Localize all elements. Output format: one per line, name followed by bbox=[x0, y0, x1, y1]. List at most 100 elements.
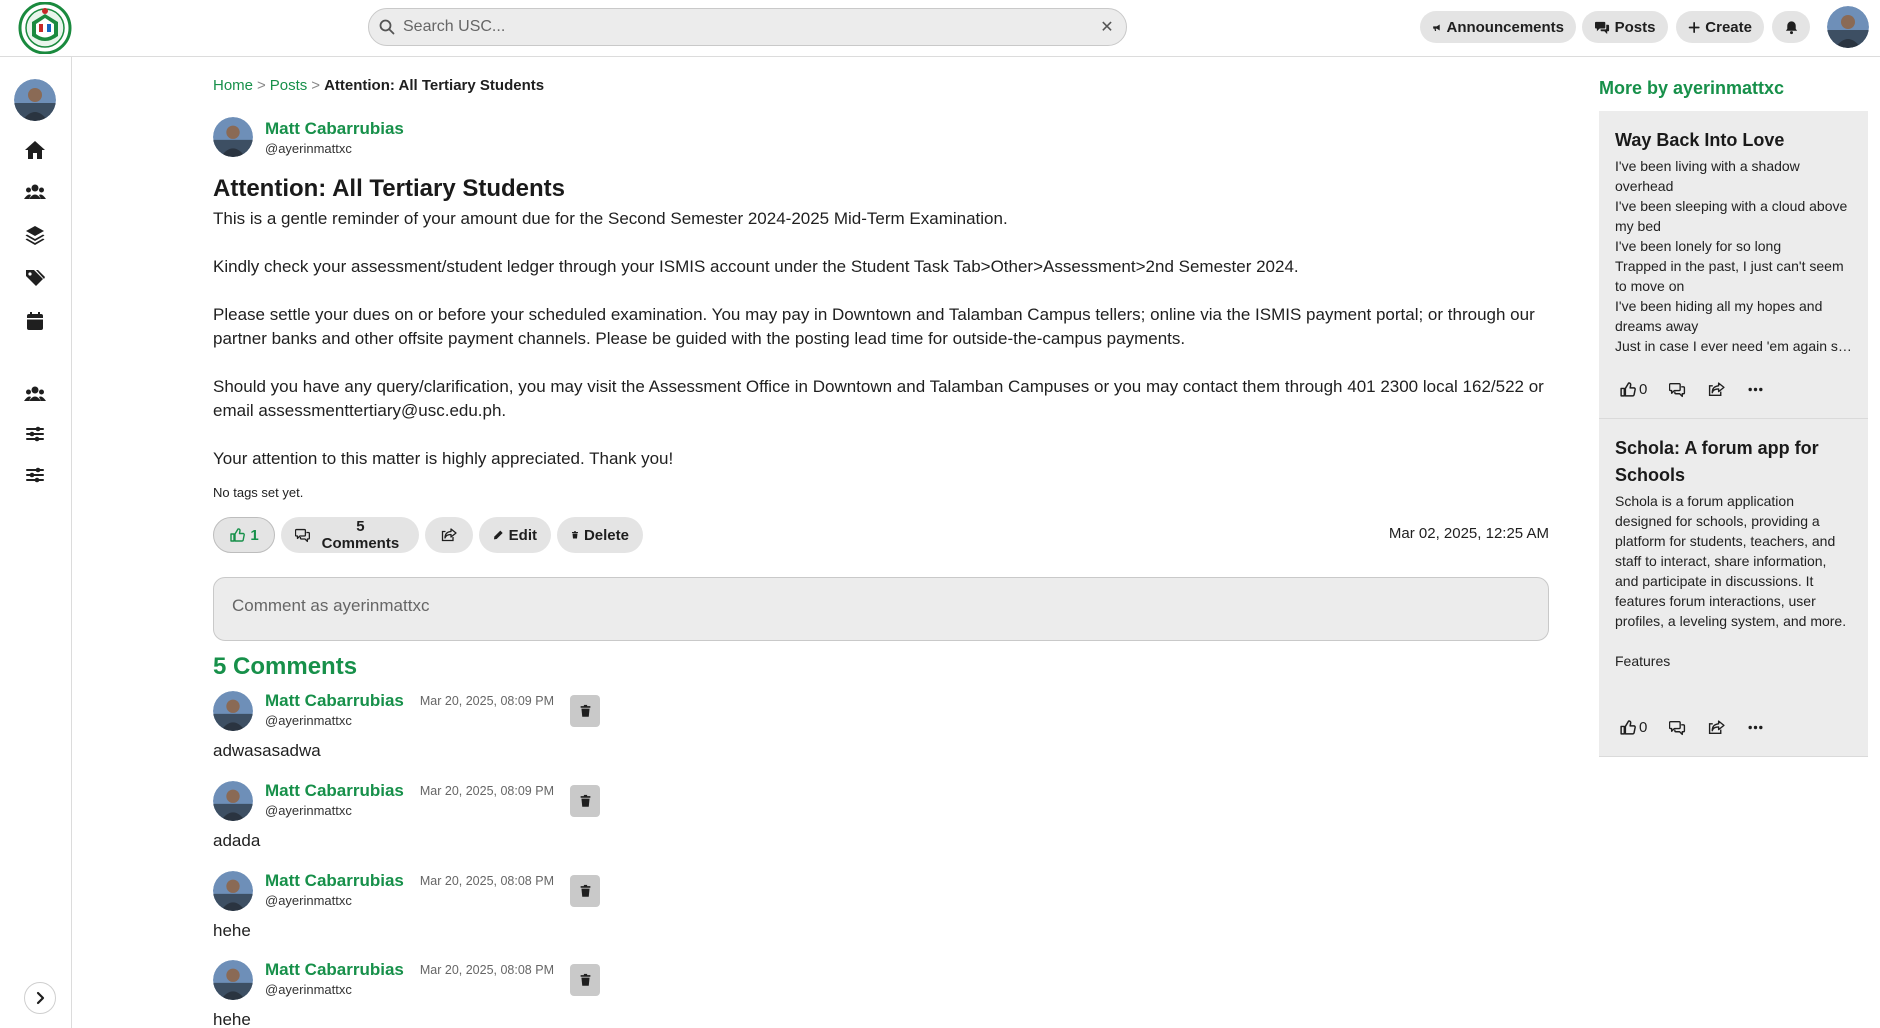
related-post-actions: 0 bbox=[1619, 719, 1764, 736]
related-like-count: 0 bbox=[1639, 719, 1648, 736]
related-comments-button[interactable] bbox=[1669, 381, 1686, 398]
related-post-excerpt: Schola is a forum application designed f… bbox=[1615, 491, 1852, 671]
post-paragraph: Should you have any query/clarification,… bbox=[213, 377, 1544, 420]
tags-icon[interactable] bbox=[24, 267, 46, 289]
related-more-button[interactable] bbox=[1747, 381, 1764, 398]
share-icon bbox=[1709, 382, 1725, 397]
comment-input[interactable] bbox=[213, 577, 1549, 641]
delete-button[interactable]: Delete bbox=[557, 517, 643, 553]
related-share-button[interactable] bbox=[1708, 719, 1725, 736]
commenter-avatar[interactable] bbox=[213, 960, 253, 1000]
left-sidebar bbox=[0, 57, 72, 1028]
edit-button[interactable]: Edit bbox=[479, 517, 551, 553]
pencil-icon bbox=[493, 530, 503, 540]
thumbs-up-icon bbox=[1620, 720, 1636, 735]
breadcrumb-posts[interactable]: Posts bbox=[270, 77, 308, 94]
announcements-label: Announcements bbox=[1446, 18, 1564, 36]
comment-item: Matt Cabarrubias @ayerinmattxc Mar 20, 2… bbox=[213, 781, 633, 861]
related-like-button[interactable]: 0 bbox=[1619, 719, 1647, 736]
comments-button[interactable]: 5 Comments bbox=[281, 517, 419, 553]
trash-icon bbox=[580, 704, 590, 717]
post-paragraph: Kindly check your assessment/student led… bbox=[213, 257, 1299, 276]
posts-button[interactable]: Posts bbox=[1582, 11, 1668, 43]
search-input[interactable] bbox=[403, 18, 1096, 36]
sidebar-avatar[interactable] bbox=[14, 79, 56, 121]
share-button[interactable] bbox=[425, 517, 473, 553]
more-horizontal-icon bbox=[1748, 725, 1763, 730]
like-button[interactable]: 1 bbox=[213, 517, 275, 553]
related-post-card[interactable]: Way Back Into Love I've been living with… bbox=[1599, 111, 1868, 419]
breadcrumb-current: Attention: All Tertiary Students bbox=[324, 77, 545, 94]
related-more-button[interactable] bbox=[1747, 719, 1764, 736]
comments-icon bbox=[1669, 382, 1686, 398]
related-like-button[interactable]: 0 bbox=[1619, 381, 1647, 398]
delete-label: Delete bbox=[583, 526, 629, 544]
expand-sidebar-button[interactable] bbox=[24, 982, 56, 1014]
commenter-avatar[interactable] bbox=[213, 691, 253, 731]
university-logo[interactable] bbox=[18, 2, 72, 54]
related-post-title[interactable]: Way Back Into Love bbox=[1615, 127, 1852, 154]
breadcrumb-home[interactable]: Home bbox=[213, 77, 253, 94]
sliders-icon[interactable] bbox=[24, 464, 46, 486]
related-share-button[interactable] bbox=[1708, 381, 1725, 398]
commenter-avatar[interactable] bbox=[213, 781, 253, 821]
excerpt-line: Features bbox=[1615, 653, 1671, 669]
comment-item: Matt Cabarrubias @ayerinmattxc Mar 20, 2… bbox=[213, 691, 633, 771]
plus-icon bbox=[1688, 21, 1700, 33]
comment-item: Matt Cabarrubias @ayerinmattxc Mar 20, 2… bbox=[213, 960, 633, 1028]
search-bar[interactable]: ✕ bbox=[368, 8, 1127, 46]
comment-text: adwasasadwa bbox=[213, 741, 321, 760]
create-button[interactable]: Create bbox=[1676, 11, 1764, 43]
excerpt-line: I've been hiding all my hopes and dreams… bbox=[1615, 298, 1823, 334]
trash-icon bbox=[571, 531, 578, 539]
excerpt-line: Schola is a forum application designed f… bbox=[1615, 493, 1847, 629]
users-icon[interactable] bbox=[24, 181, 46, 203]
delete-comment-button[interactable] bbox=[570, 875, 600, 907]
commenter-avatar[interactable] bbox=[213, 871, 253, 911]
sliders-icon[interactable] bbox=[24, 423, 46, 445]
post-actions: 1 5 Comments Edit Delete bbox=[213, 517, 643, 553]
excerpt-line: I've been lonely for so long bbox=[1615, 238, 1782, 254]
announcements-button[interactable]: Announcements bbox=[1420, 11, 1576, 43]
share-icon bbox=[441, 528, 457, 542]
share-icon bbox=[1709, 720, 1725, 735]
excerpt-line: I've been living with a shadow overhead bbox=[1615, 158, 1800, 194]
trash-icon bbox=[580, 973, 590, 986]
commenter-name[interactable]: Matt Cabarrubias bbox=[265, 871, 404, 891]
comment-date: Mar 20, 2025, 08:09 PM bbox=[419, 784, 554, 798]
delete-comment-button[interactable] bbox=[570, 695, 600, 727]
comment-text: hehe bbox=[213, 921, 251, 940]
post-paragraph: Your attention to this matter is highly … bbox=[213, 449, 674, 468]
post-body: This is a gentle reminder of your amount… bbox=[213, 207, 1549, 495]
comments-icon bbox=[1669, 720, 1686, 736]
notifications-button[interactable] bbox=[1772, 11, 1810, 43]
post-paragraph: This is a gentle reminder of your amount… bbox=[213, 209, 1008, 228]
layers-icon[interactable] bbox=[24, 224, 46, 246]
commenter-name[interactable]: Matt Cabarrubias bbox=[265, 691, 404, 711]
commenter-name[interactable]: Matt Cabarrubias bbox=[265, 781, 404, 801]
commenter-handle: @ayerinmattxc bbox=[265, 893, 352, 908]
home-icon[interactable] bbox=[24, 139, 46, 161]
comment-date: Mar 20, 2025, 08:08 PM bbox=[419, 874, 554, 888]
edit-label: Edit bbox=[508, 526, 537, 544]
related-post-excerpt: I've been living with a shadow overhead … bbox=[1615, 156, 1852, 356]
like-count: 1 bbox=[250, 526, 259, 544]
post-paragraph: Please settle your dues on or before you… bbox=[213, 305, 1535, 348]
calendar-icon[interactable] bbox=[24, 310, 46, 332]
delete-comment-button[interactable] bbox=[570, 785, 600, 817]
thumbs-up-icon bbox=[230, 528, 246, 542]
trash-icon bbox=[580, 794, 590, 807]
more-horizontal-icon bbox=[1748, 387, 1763, 392]
related-comments-button[interactable] bbox=[1669, 719, 1686, 736]
author-name[interactable]: Matt Cabarrubias bbox=[265, 119, 404, 139]
related-post-actions: 0 bbox=[1619, 381, 1764, 398]
close-icon[interactable]: ✕ bbox=[1096, 16, 1118, 38]
group-icon[interactable] bbox=[24, 383, 46, 405]
related-post-title[interactable]: Schola: A forum app for Schools bbox=[1615, 435, 1852, 489]
delete-comment-button[interactable] bbox=[570, 964, 600, 996]
commenter-name[interactable]: Matt Cabarrubias bbox=[265, 960, 404, 980]
author-avatar[interactable] bbox=[213, 117, 253, 157]
author-handle: @ayerinmattxc bbox=[265, 140, 352, 156]
related-post-card[interactable]: Schola: A forum app for Schools Schola i… bbox=[1599, 419, 1868, 757]
user-avatar[interactable] bbox=[1827, 6, 1869, 48]
